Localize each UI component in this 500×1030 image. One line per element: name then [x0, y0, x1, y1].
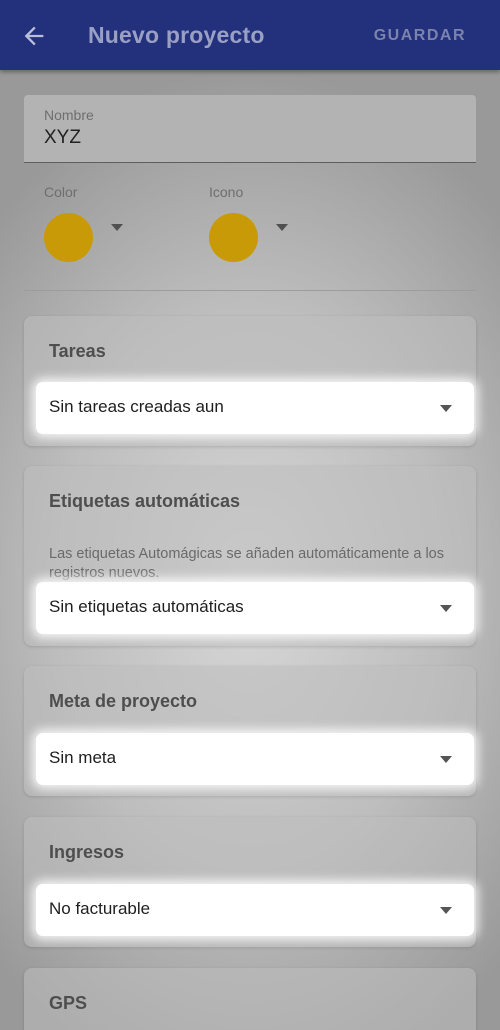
- page-title: Nuevo proyecto: [88, 22, 265, 48]
- save-button[interactable]: GUARDAR: [374, 27, 466, 45]
- chevron-down-icon: [440, 605, 452, 612]
- project-goal-card: Meta de proyecto Sin meta: [24, 666, 476, 796]
- income-card: Ingresos No facturable: [24, 817, 476, 947]
- color-swatch[interactable]: [44, 213, 93, 262]
- auto-tags-description: Las etiquetas Automágicas se añaden auto…: [49, 546, 444, 581]
- chevron-down-icon: [440, 756, 452, 763]
- project-goal-dropdown[interactable]: Sin meta: [36, 733, 474, 785]
- icon-picker-label: Icono: [209, 184, 244, 200]
- app-bar: Nuevo proyecto GUARDAR: [0, 0, 500, 70]
- auto-tags-card: Etiquetas automáticas Las etiquetas Auto…: [24, 466, 476, 646]
- color-dropdown-caret-icon[interactable]: [111, 224, 123, 231]
- income-dropdown[interactable]: No facturable: [36, 884, 474, 936]
- auto-tags-dropdown[interactable]: Sin etiquetas automáticas: [36, 582, 474, 634]
- divider: [24, 290, 476, 291]
- project-goal-dropdown-value: Sin meta: [49, 748, 117, 767]
- tasks-dropdown[interactable]: Sin tareas creadas aun: [36, 382, 474, 434]
- name-field-label: Nombre: [44, 107, 94, 123]
- auto-tags-title: Etiquetas automáticas: [49, 491, 241, 511]
- tasks-dropdown-value: Sin tareas creadas aun: [49, 397, 224, 416]
- chevron-down-icon: [440, 907, 452, 914]
- icon-swatch[interactable]: [209, 213, 258, 262]
- income-dropdown-value: No facturable: [49, 899, 151, 918]
- auto-tags-dropdown-value: Sin etiquetas automáticas: [49, 597, 244, 616]
- arrow-left-icon[interactable]: [20, 22, 48, 50]
- tasks-title: Tareas: [49, 341, 106, 361]
- gps-title: GPS: [49, 993, 88, 1013]
- name-field[interactable]: Nombre XYZ: [24, 95, 476, 163]
- icon-dropdown-caret-icon[interactable]: [276, 224, 288, 231]
- tasks-card: Tareas Sin tareas creadas aun: [24, 316, 476, 446]
- name-field-value[interactable]: XYZ: [44, 127, 81, 149]
- color-picker-label: Color: [44, 184, 78, 200]
- project-goal-title: Meta de proyecto: [49, 691, 198, 711]
- income-title: Ingresos: [49, 842, 125, 862]
- form-content: Nombre XYZ Color Icono Tareas Sin tareas…: [0, 70, 500, 1030]
- gps-card: GPS: [24, 968, 476, 1030]
- chevron-down-icon: [440, 405, 452, 412]
